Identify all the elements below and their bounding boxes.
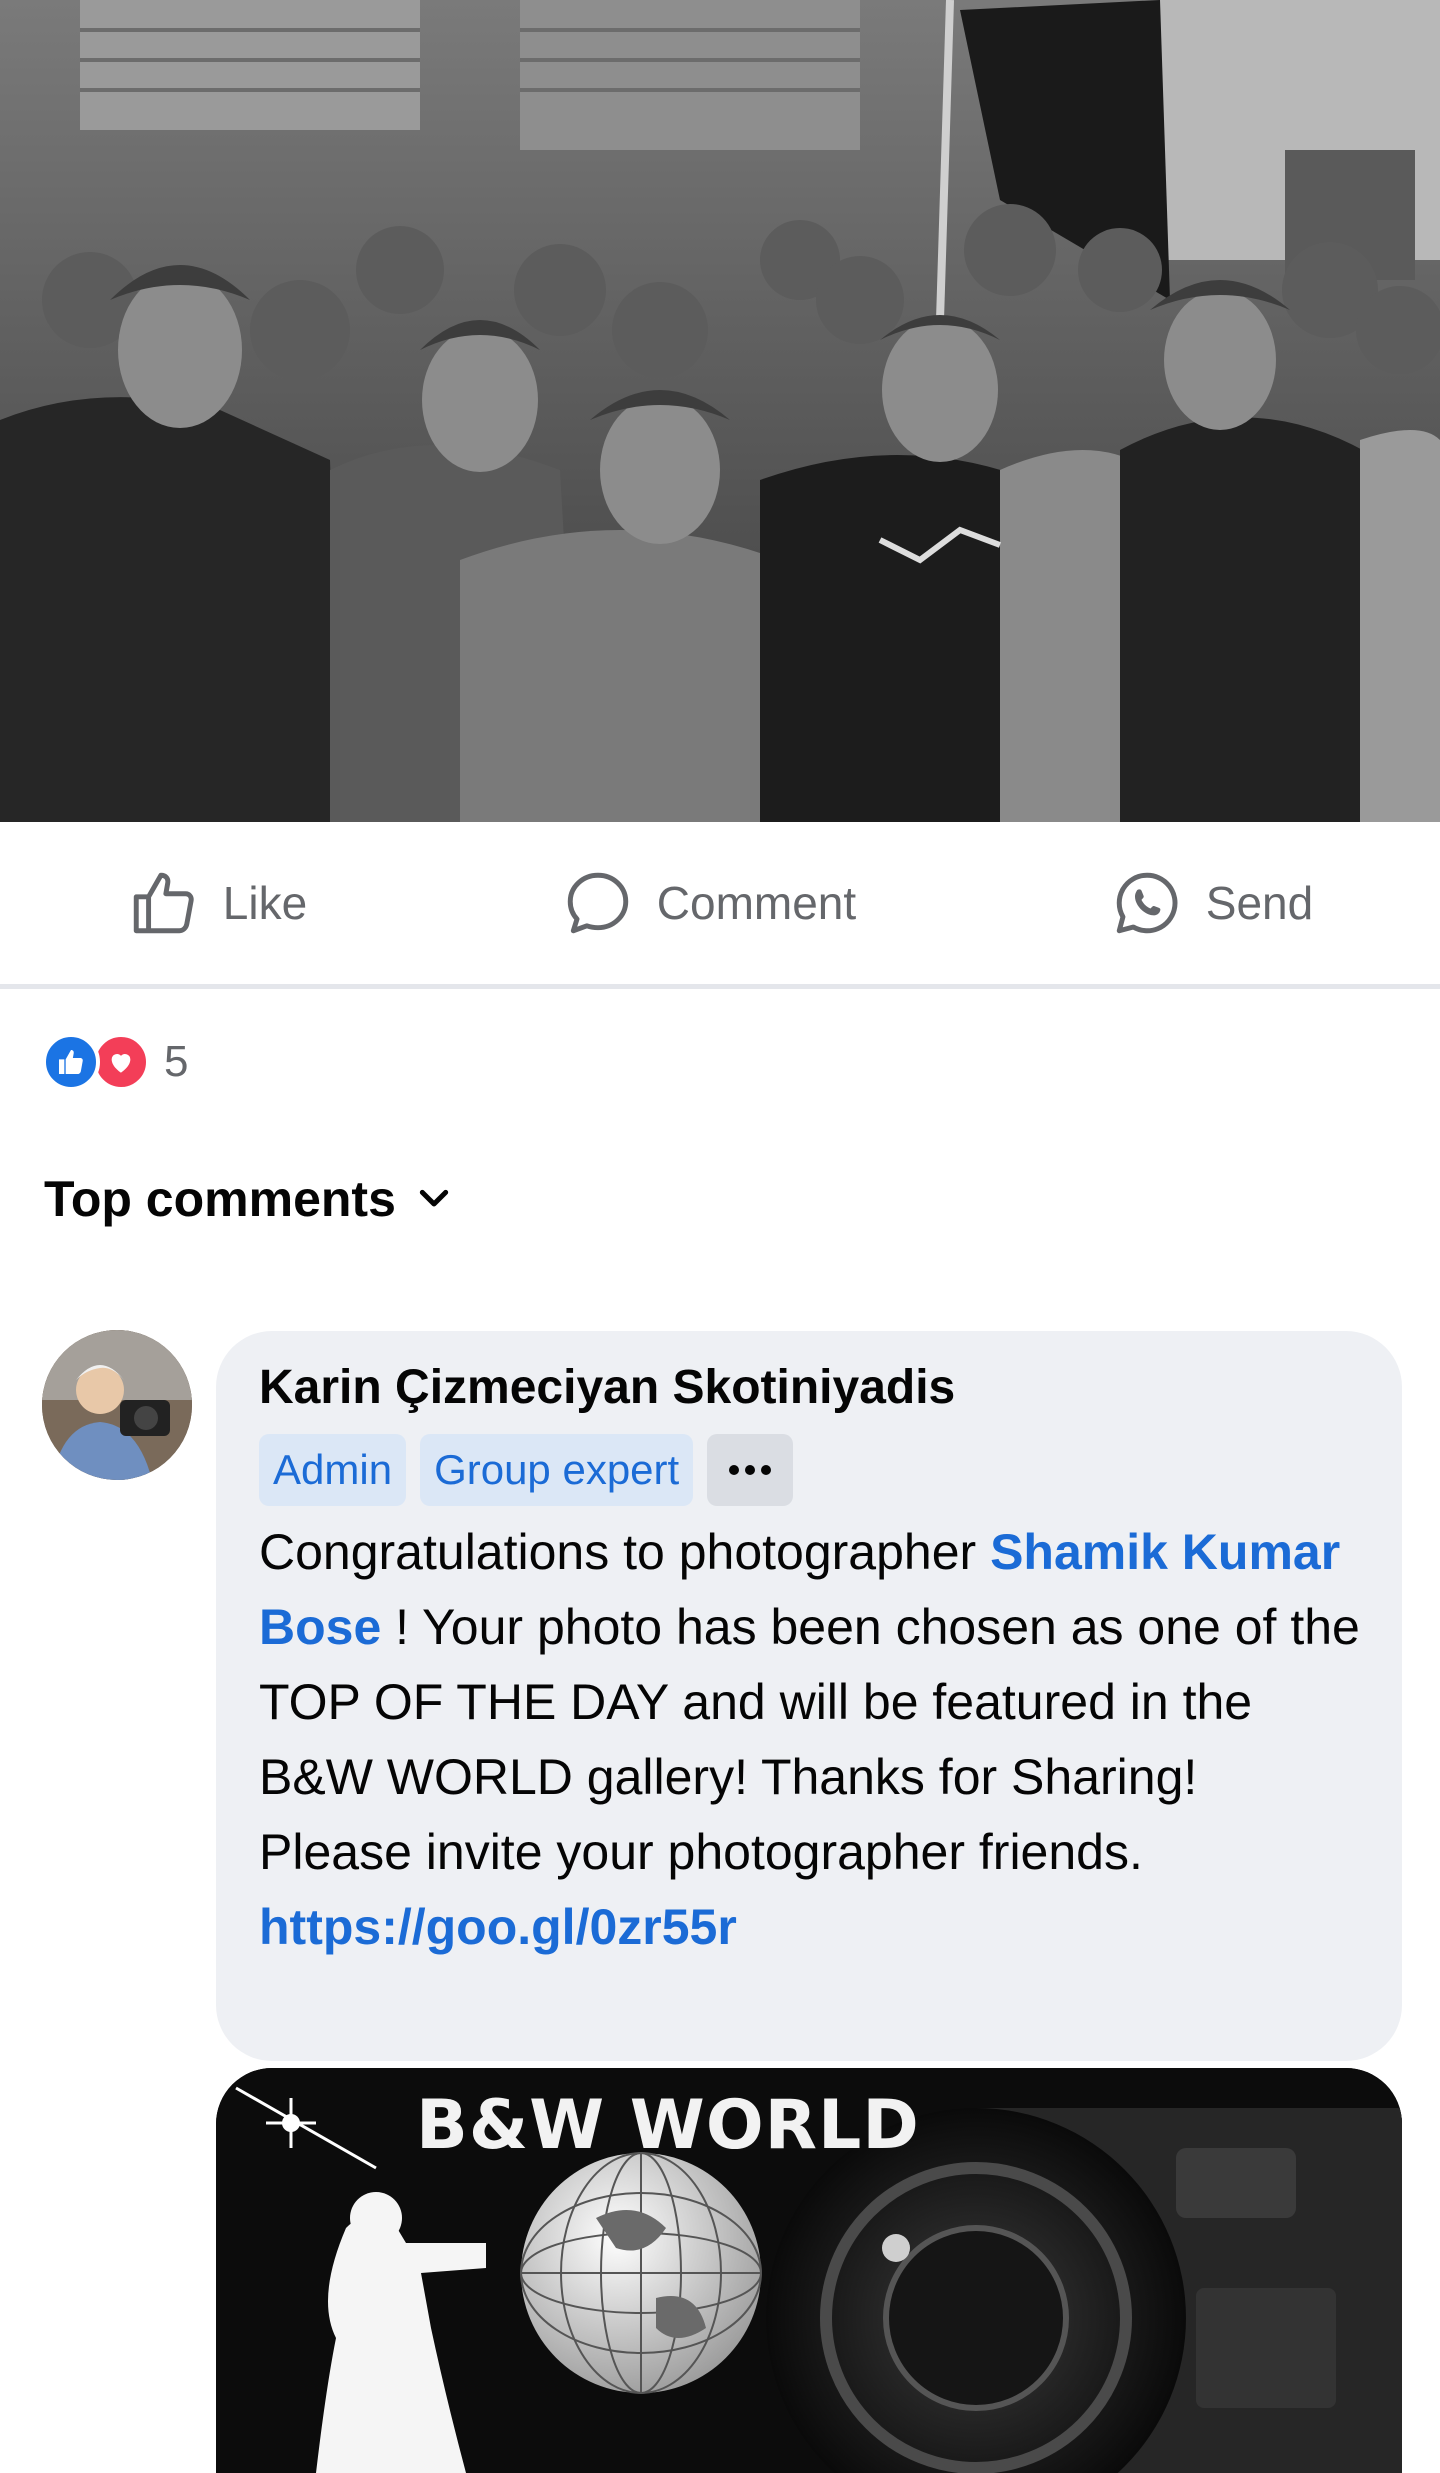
chevron-down-icon xyxy=(419,1189,449,1207)
commenter-avatar-image xyxy=(42,1330,192,1480)
like-label: Like xyxy=(222,877,308,929)
love-reaction-icon xyxy=(92,1033,150,1091)
like-button[interactable]: Like xyxy=(127,866,307,940)
comment-text: Congratulations to photographer Shamik K… xyxy=(259,1515,1360,1965)
reactions-summary[interactable]: 5 xyxy=(42,1030,188,1094)
post-action-bar: Like Comment Send xyxy=(0,822,1440,989)
author-badges: Admin Group expert xyxy=(259,1433,1360,1507)
comment-text-intro: Congratulations to photographer xyxy=(259,1524,991,1580)
admin-badge[interactable]: Admin xyxy=(259,1434,407,1506)
attachment-title: B&W WORLD xyxy=(416,2086,920,2165)
like-reaction-icon xyxy=(42,1033,100,1091)
comment-button[interactable]: Comment xyxy=(561,866,856,940)
send-button[interactable]: Send xyxy=(1110,866,1313,940)
comments-sort-dropdown[interactable]: Top comments xyxy=(44,1170,454,1228)
avatar[interactable] xyxy=(42,1330,192,1480)
send-label: Send xyxy=(1205,877,1314,929)
comment-author[interactable]: Karin Çizmeciyan Skotiniyadis xyxy=(259,1357,1360,1419)
comment-bubble-icon xyxy=(567,872,628,934)
thumbs-up-icon xyxy=(133,872,194,934)
whatsapp-icon xyxy=(1116,872,1178,934)
comment-bubble: Karin Çizmeciyan Skotiniyadis Admin Grou… xyxy=(216,1331,1402,2061)
reaction-count: 5 xyxy=(164,1037,189,1086)
comments-sort-label: Top comments xyxy=(44,1171,396,1227)
comment-attachment-image[interactable]: B&W WORLD xyxy=(216,2068,1402,2473)
more-dots-icon xyxy=(729,1465,772,1475)
comment-url-link[interactable]: https://goo.gl/0zr55r xyxy=(259,1899,737,1955)
comment-label: Comment xyxy=(656,877,857,929)
comment-text-body: ! Your photo has been chosen as one of t… xyxy=(259,1599,1360,1880)
group-expert-badge[interactable]: Group expert xyxy=(420,1434,694,1506)
post-photo[interactable] xyxy=(0,0,1440,822)
street-crowd-photo xyxy=(0,0,1440,822)
more-badges-button[interactable] xyxy=(707,1434,794,1506)
